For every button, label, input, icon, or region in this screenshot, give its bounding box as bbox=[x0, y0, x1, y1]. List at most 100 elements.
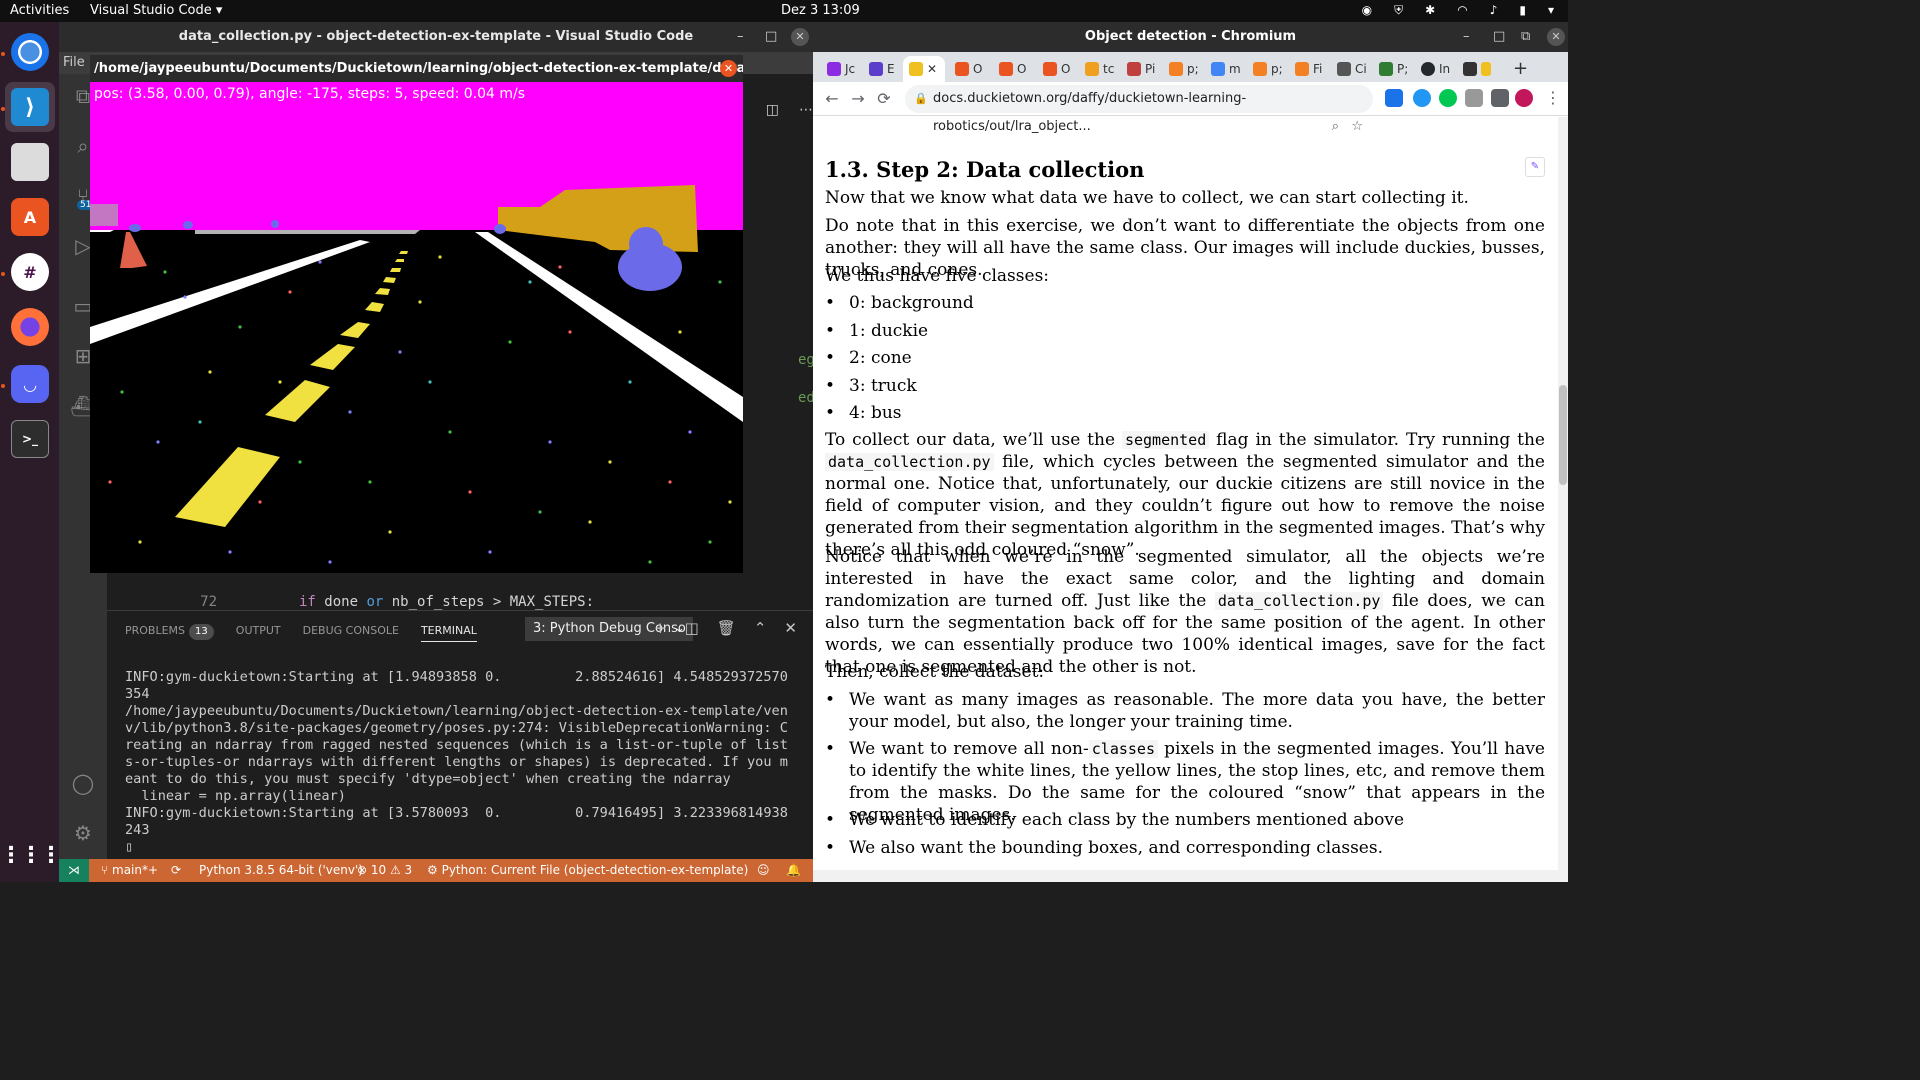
browser-tab[interactable]: tc bbox=[1079, 56, 1114, 82]
section-heading: 1.3. Step 2: Data collection bbox=[825, 157, 1145, 182]
grammarly-icon[interactable] bbox=[1439, 89, 1457, 107]
system-tray[interactable]: ◉ ⛨ ✱ ◠ ♪ ▮ ▾ bbox=[1362, 3, 1554, 18]
tab-output[interactable]: OUTPUT bbox=[236, 621, 281, 642]
terminal-output[interactable]: INFO:gym-duckietown:Starting at [1.94893… bbox=[125, 669, 795, 856]
volume-icon[interactable]: ♪ bbox=[1490, 3, 1498, 18]
chromium-window-title: Object detection - Chromium bbox=[1084, 29, 1297, 44]
activities-button[interactable]: Activities bbox=[10, 3, 69, 18]
new-terminal-icon[interactable]: + bbox=[654, 619, 667, 637]
browser-tab-active[interactable]: ✕ bbox=[903, 56, 945, 82]
maximize-button[interactable]: □ bbox=[765, 22, 777, 52]
list-item: • We want to identify each class by the n… bbox=[825, 810, 1404, 830]
restore-button[interactable]: ⧉ bbox=[1521, 22, 1530, 52]
browser-tab[interactable]: m bbox=[1205, 56, 1241, 82]
dock-firefox[interactable] bbox=[5, 302, 55, 352]
show-applications-button[interactable]: ⋮⋮⋮ bbox=[0, 830, 62, 880]
app-menu[interactable]: Visual Studio Code ▾ bbox=[90, 3, 222, 18]
menu-file[interactable]: File bbox=[63, 55, 85, 70]
address-bar[interactable]: 🔒 docs.duckietown.org/daffy/duckietown-l… bbox=[905, 85, 1373, 134]
slack-tray-icon[interactable]: ✱ bbox=[1425, 3, 1435, 18]
list-item: • 1: duckie bbox=[825, 321, 929, 341]
problems-count-badge: 13 bbox=[189, 624, 214, 640]
power-menu-icon[interactable]: ▾ bbox=[1548, 3, 1554, 18]
minimize-button[interactable]: – bbox=[1463, 22, 1470, 52]
problems-indicator[interactable]: ⊗ 10 ⚠ 3 bbox=[357, 859, 412, 882]
more-actions-icon[interactable]: ⋯ bbox=[799, 102, 813, 118]
browser-tab[interactable]: Ci bbox=[1331, 56, 1367, 82]
extension-icon[interactable] bbox=[1413, 89, 1431, 107]
panel-actions: + ◫ 🗑 ⌃ ✕ bbox=[654, 619, 797, 637]
back-arrow-icon[interactable]: ← bbox=[819, 86, 845, 112]
browser-tab[interactable]: p; bbox=[1163, 56, 1199, 82]
minimize-button[interactable]: – bbox=[737, 22, 744, 52]
browser-tab[interactable]: Jc bbox=[821, 56, 855, 82]
simulator-window[interactable]: /home/jaypeeubuntu/Documents/Duckietown/… bbox=[90, 55, 743, 573]
extension-icon[interactable] bbox=[1385, 89, 1403, 107]
feedback-icon[interactable]: ☺ bbox=[757, 859, 770, 882]
clock[interactable]: Dez 3 13:09 bbox=[781, 3, 860, 18]
scroll-thumb[interactable] bbox=[1559, 385, 1567, 485]
tab-terminal[interactable]: TERMINAL bbox=[420, 621, 477, 642]
battery-icon[interactable]: ▮ bbox=[1519, 3, 1526, 18]
wifi-icon[interactable]: ◠ bbox=[1457, 3, 1467, 18]
browser-tab[interactable]: p; bbox=[1247, 56, 1283, 82]
python-interpreter[interactable]: Python 3.8.5 64-bit ('venv') bbox=[199, 859, 363, 882]
menu-kebab-icon[interactable]: ⋮ bbox=[1545, 88, 1561, 107]
dock-files[interactable] bbox=[5, 137, 55, 187]
extensions-puzzle-icon[interactable] bbox=[1491, 89, 1509, 107]
app-grid-icon: ⋮⋮⋮ bbox=[0, 842, 62, 868]
notifications-bell-icon[interactable]: 🔔 bbox=[786, 859, 801, 882]
branch-indicator[interactable]: ⑂ main*+ bbox=[101, 859, 158, 882]
close-panel-icon[interactable]: ✕ bbox=[784, 619, 797, 637]
split-editor-icon[interactable]: ◫ bbox=[766, 102, 779, 118]
vertical-scrollbar[interactable] bbox=[1558, 117, 1568, 882]
browser-tab[interactable]: P; bbox=[1373, 56, 1408, 82]
code-line: if done or nb_of_steps > MAX_STEPS: bbox=[299, 594, 595, 610]
settings-gear-icon[interactable]: ⚙ bbox=[69, 819, 97, 847]
minimize-button[interactable]: – bbox=[699, 55, 706, 82]
list-item: • 3: truck bbox=[825, 376, 917, 396]
tab-problems[interactable]: PROBLEMS 13 bbox=[125, 621, 214, 642]
maximize-panel-icon[interactable]: ⌃ bbox=[754, 619, 767, 637]
browser-tab[interactable]: Fi bbox=[1289, 56, 1322, 82]
discord-tray-icon[interactable]: ◉ bbox=[1362, 3, 1372, 18]
forward-arrow-icon[interactable]: → bbox=[845, 86, 871, 112]
split-terminal-icon[interactable]: ◫ bbox=[685, 619, 699, 637]
browser-tab[interactable]: Pi bbox=[1121, 56, 1155, 82]
trash-icon[interactable]: 🗑 bbox=[717, 619, 736, 637]
dock-terminal[interactable]: >_ bbox=[5, 414, 55, 464]
tab-debug-console[interactable]: DEBUG CONSOLE bbox=[303, 621, 399, 642]
maximize-button[interactable]: □ bbox=[1493, 22, 1505, 52]
dock-discord[interactable]: ◡ bbox=[5, 359, 55, 409]
shield-tray-icon[interactable]: ⛨ bbox=[1394, 3, 1403, 18]
profile-avatar[interactable] bbox=[1515, 89, 1533, 107]
simulator-viewport[interactable] bbox=[90, 82, 743, 573]
camera-icon[interactable] bbox=[1465, 89, 1483, 107]
close-button[interactable]: ✕ bbox=[791, 28, 809, 46]
browser-tab[interactable]: O bbox=[1037, 56, 1070, 82]
list-item: • 0: background bbox=[825, 293, 974, 313]
sync-icon[interactable]: ⟳ bbox=[171, 859, 181, 882]
edit-icon[interactable]: ✎ bbox=[1525, 157, 1545, 177]
horizontal-scrollbar[interactable] bbox=[813, 870, 1558, 882]
dock-chromium[interactable] bbox=[5, 27, 55, 77]
remote-indicator-icon[interactable]: ⋊ bbox=[59, 859, 89, 882]
reload-icon[interactable]: ⟳ bbox=[871, 86, 897, 112]
close-button[interactable]: ✕ bbox=[720, 60, 737, 77]
tab-close-icon[interactable]: ✕ bbox=[927, 56, 937, 82]
status-bar: ⋊ ⑂ main*+ ⟳ Python 3.8.5 64-bit ('venv'… bbox=[59, 859, 813, 882]
browser-tab[interactable]: O bbox=[993, 56, 1026, 82]
page-content: 1.3. Step 2: Data collection ✎ Now that … bbox=[813, 117, 1558, 882]
browser-tab[interactable]: O bbox=[949, 56, 982, 82]
browser-tab[interactable]: E bbox=[863, 56, 895, 82]
debug-config[interactable]: ⚙ Python: Current File (object-detection… bbox=[427, 859, 748, 882]
browser-tab[interactable] bbox=[1457, 56, 1491, 82]
chromium-window: Object detection - Chromium – □ ⧉ ✕ Jc E… bbox=[813, 22, 1568, 882]
dock-slack[interactable]: # bbox=[5, 247, 55, 297]
close-button[interactable]: ✕ bbox=[1547, 28, 1565, 46]
dock-vscode[interactable]: ⟩ bbox=[5, 82, 55, 132]
dock-software[interactable]: A bbox=[5, 192, 55, 242]
accounts-icon[interactable]: ◯ bbox=[69, 769, 97, 797]
new-tab-button[interactable]: + bbox=[1507, 56, 1528, 82]
browser-tab[interactable]: In bbox=[1415, 56, 1450, 82]
